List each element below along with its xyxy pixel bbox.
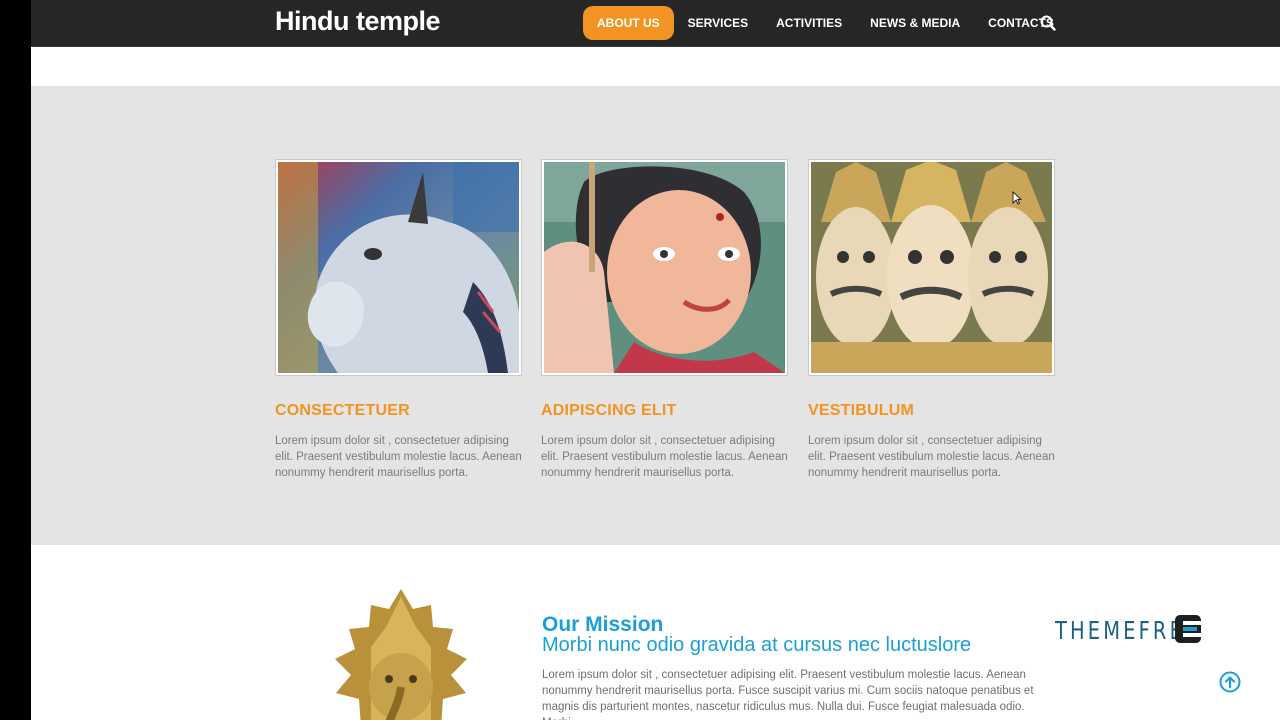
mouse-cursor-icon	[1012, 191, 1022, 205]
feature-text: Lorem ipsum dolor sit , consectetuer adi…	[275, 435, 522, 479]
search-icon[interactable]	[1039, 14, 1057, 32]
feature-text: Lorem ipsum dolor sit , consectetuer adi…	[808, 435, 1055, 479]
themefree-brand-logo[interactable]: THEMEFRE	[1055, 613, 1205, 645]
main-nav: ABOUT US SERVICES ACTIVITIES NEWS & MEDI…	[583, 6, 1068, 40]
nav-activities[interactable]: ACTIVITIES	[762, 6, 856, 40]
feature-card: VESTIBULUM Lorem ipsum dolor sit , conse…	[808, 159, 1055, 481]
nav-services[interactable]: SERVICES	[674, 6, 762, 40]
svg-text:THEMEFRE: THEMEFRE	[1055, 617, 1185, 645]
top-navigation-bar: Hindu temple ABOUT US SERVICES ACTIVITIE…	[31, 0, 1280, 47]
mission-section: Our Mission Morbi nunc odio gravida at c…	[31, 545, 1280, 720]
mission-subtitle: Morbi nunc odio gravida at cursus nec lu…	[542, 634, 972, 656]
page: Hindu temple ABOUT US SERVICES ACTIVITIE…	[31, 0, 1280, 720]
feature-card: ADIPISCING ELIT Lorem ipsum dolor sit , …	[541, 159, 788, 481]
feature-title: VESTIBULUM	[808, 402, 914, 419]
scroll-to-top-icon[interactable]	[1219, 671, 1241, 693]
ganesha-statue-image	[335, 589, 467, 720]
features-section: CONSECTETUER Lorem ipsum dolor sit , con…	[31, 86, 1280, 545]
feature-text: Lorem ipsum dolor sit , consectetuer adi…	[541, 435, 788, 479]
feature-card: CONSECTETUER Lorem ipsum dolor sit , con…	[275, 159, 522, 481]
nav-news-media[interactable]: NEWS & MEDIA	[856, 6, 974, 40]
feature-title: ADIPISCING ELIT	[541, 402, 677, 419]
feature-image-bull-statue[interactable]	[275, 159, 522, 376]
site-logo[interactable]: Hindu temple	[275, 6, 441, 37]
feature-title: CONSECTETUER	[275, 402, 410, 419]
feature-image-goddess-statue[interactable]	[541, 159, 788, 376]
nav-about-us[interactable]: ABOUT US	[583, 6, 674, 40]
mission-body: Lorem ipsum dolor sit , consectetuer adi…	[542, 669, 1034, 720]
